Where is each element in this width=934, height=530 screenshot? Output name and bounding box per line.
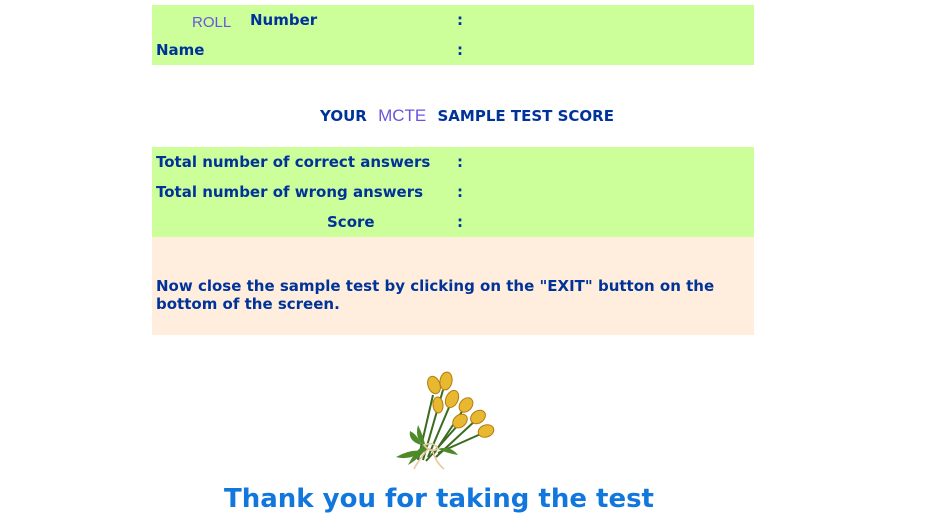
title-prefix: YOUR xyxy=(320,107,367,125)
number-label: Number xyxy=(250,11,318,29)
correct-answers-row: Total number of correct answers : xyxy=(152,147,754,177)
name-colon: : xyxy=(457,41,463,59)
roll-word: ROLL xyxy=(192,14,232,31)
score-title: YOUR MCTE SAMPLE TEST SCORE xyxy=(0,106,934,126)
thank-you-text: Thank you for taking the test xyxy=(223,484,654,514)
wrong-answers-row: Total number of wrong answers : xyxy=(152,177,754,207)
correct-answers-label: Total number of correct answers xyxy=(156,153,431,171)
roll-number-row: ROLL Number : xyxy=(152,5,754,35)
exit-instruction-text: Now close the sample test by clicking on… xyxy=(156,277,715,313)
score-label: Score xyxy=(327,213,375,231)
score-panel: Total number of correct answers : Total … xyxy=(152,147,754,237)
title-exam-name: MCTE xyxy=(378,106,427,125)
tulip-bouquet-graphic xyxy=(396,371,495,470)
name-label: Name xyxy=(156,41,205,59)
title-suffix: SAMPLE TEST SCORE xyxy=(437,107,614,125)
roll-number-colon: : xyxy=(457,11,463,29)
name-row: Name : xyxy=(152,35,754,65)
thank-you-message: Thank you for taking the test xyxy=(0,484,934,514)
score-row: Score : xyxy=(152,207,754,237)
exit-message-panel: Now close the sample test by clicking on… xyxy=(152,237,754,335)
correct-answers-colon: : xyxy=(457,153,463,171)
wrong-answers-label: Total number of wrong answers xyxy=(156,183,424,201)
wrong-answers-colon: : xyxy=(457,183,463,201)
score-colon: : xyxy=(457,213,463,231)
tulip-bouquet-icon xyxy=(388,365,508,475)
student-info-panel: ROLL Number : Name : xyxy=(152,5,754,65)
